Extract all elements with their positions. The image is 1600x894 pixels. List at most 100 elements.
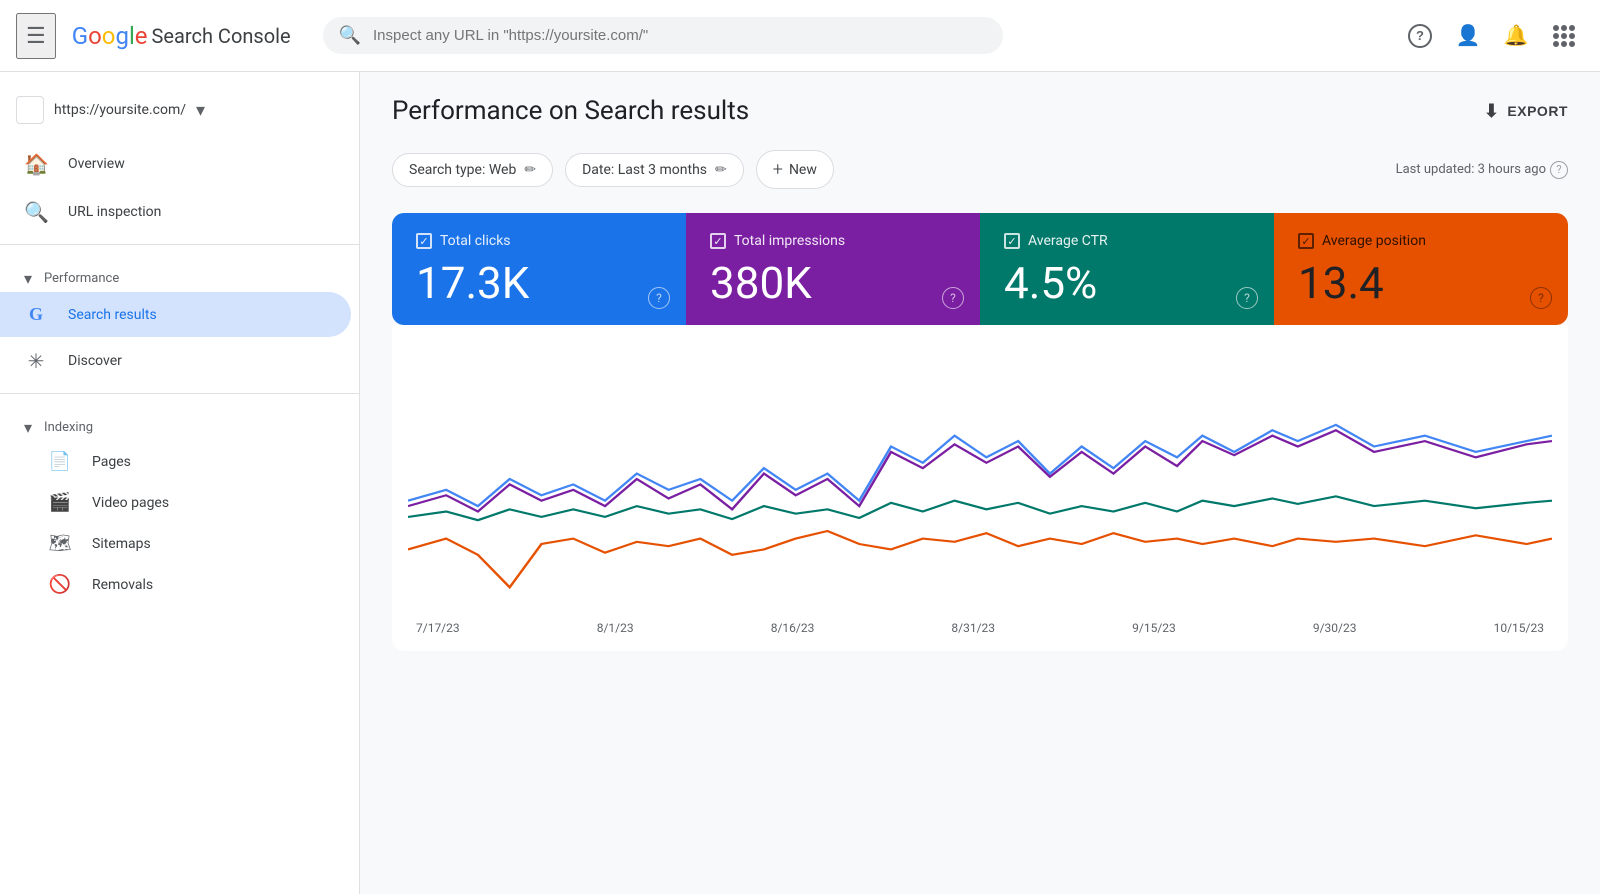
sidebar-item-removals[interactable]: 🚫 Removals (0, 564, 359, 605)
metric-value-impressions: 380K (710, 261, 956, 305)
ctr-line (408, 496, 1552, 520)
filters-row: Search type: Web ✏ Date: Last 3 months ✏… (392, 150, 1568, 189)
indexing-section-header[interactable]: ▾ Indexing (0, 402, 359, 441)
metric-value-clicks: 17.3K (416, 261, 662, 305)
sidebar-label-video-pages: Video pages (92, 495, 169, 511)
chart-x-labels: 7/17/23 8/1/23 8/16/23 8/31/23 9/15/23 9… (408, 613, 1552, 635)
video-pages-icon: 🎬 (48, 492, 72, 513)
last-updated-text: Last updated: 3 hours ago (1396, 162, 1546, 177)
notifications-button[interactable]: 🔔 (1496, 16, 1536, 56)
metric-card-ctr[interactable]: ✓ Average CTR 4.5% ? (980, 213, 1274, 325)
indexing-section-label: Indexing (44, 420, 93, 435)
search-icon: 🔍 (24, 200, 48, 224)
help-button[interactable]: ? (1400, 16, 1440, 56)
position-help-icon[interactable]: ? (1530, 287, 1552, 309)
position-line (408, 531, 1552, 587)
performance-panel: ✓ Total clicks 17.3K ? ✓ Total impressio… (392, 213, 1568, 651)
sidebar-item-search-results[interactable]: G Search results (0, 292, 351, 337)
metrics-container: ✓ Total clicks 17.3K ? ✓ Total impressio… (392, 213, 1568, 325)
page-header: Performance on Search results ⬇ EXPORT (392, 96, 1568, 126)
sidebar-label-sitemaps: Sitemaps (92, 536, 151, 552)
performance-chart (408, 349, 1552, 609)
last-updated: Last updated: 3 hours ago ? (1396, 161, 1568, 179)
pages-icon: 📄 (48, 451, 72, 472)
removals-icon: 🚫 (48, 574, 72, 595)
app-body: https://yoursite.com/ ▾ 🏠 Overview 🔍 URL… (0, 72, 1600, 894)
ctr-checkbox[interactable]: ✓ (1004, 233, 1020, 249)
sidebar-item-pages[interactable]: 📄 Pages (0, 441, 359, 482)
users-icon: 👤 (1456, 23, 1481, 48)
sidebar-label-discover: Discover (68, 353, 122, 369)
search-type-filter[interactable]: Search type: Web ✏ (392, 153, 553, 187)
x-label-1: 8/1/23 (597, 621, 634, 635)
apps-button[interactable] (1544, 16, 1584, 56)
sidebar-item-video-pages[interactable]: 🎬 Video pages (0, 482, 359, 523)
search-type-label: Search type: Web (409, 162, 516, 178)
sidebar-item-url-inspection[interactable]: 🔍 URL inspection (0, 188, 351, 236)
performance-section-label: Performance (44, 271, 119, 286)
metric-label-impressions: ✓ Total impressions (710, 233, 956, 249)
sidebar-item-sitemaps[interactable]: 🗺 Sitemaps (0, 523, 359, 564)
position-checkbox[interactable]: ✓ (1298, 233, 1314, 249)
discover-icon: ✳ (24, 349, 48, 373)
google-wordmark: Google (72, 22, 148, 50)
download-icon: ⬇ (1484, 101, 1500, 122)
bell-icon: 🔔 (1504, 23, 1529, 48)
app-header: ☰ Google Search Console 🔍 ? 👤 🔔 (0, 0, 1600, 72)
product-name: Search Console (152, 24, 291, 48)
grid-icon (1553, 25, 1575, 47)
metric-label-ctr: ✓ Average CTR (1004, 233, 1250, 249)
x-label-2: 8/16/23 (771, 621, 815, 635)
sidebar-item-discover[interactable]: ✳ Discover (0, 337, 351, 385)
home-icon: 🏠 (24, 152, 48, 176)
metric-card-clicks[interactable]: ✓ Total clicks 17.3K ? (392, 213, 686, 325)
x-label-6: 10/15/23 (1494, 621, 1544, 635)
x-label-0: 7/17/23 (416, 621, 460, 635)
metric-label-position: ✓ Average position (1298, 233, 1544, 249)
clicks-checkbox[interactable]: ✓ (416, 233, 432, 249)
search-icon: 🔍 (339, 25, 361, 46)
url-search-input[interactable] (373, 27, 987, 44)
performance-section-header[interactable]: ▾ Performance (0, 253, 359, 292)
plus-icon: + (773, 159, 783, 180)
chevron-down-icon-2: ▾ (24, 418, 32, 437)
edit-icon-2: ✏ (715, 162, 727, 178)
date-filter[interactable]: Date: Last 3 months ✏ (565, 153, 744, 187)
sidebar-label-overview: Overview (68, 156, 125, 172)
sidebar: https://yoursite.com/ ▾ 🏠 Overview 🔍 URL… (0, 72, 360, 894)
app-logo: Google Search Console (72, 22, 291, 50)
menu-button[interactable]: ☰ (16, 13, 56, 59)
edit-icon: ✏ (524, 162, 536, 178)
impressions-checkbox[interactable]: ✓ (710, 233, 726, 249)
main-content: Performance on Search results ⬇ EXPORT S… (360, 72, 1600, 894)
x-label-4: 9/15/23 (1132, 621, 1176, 635)
new-filter-button[interactable]: + New (756, 150, 834, 189)
page-title: Performance on Search results (392, 96, 749, 126)
site-favicon (16, 96, 44, 124)
sidebar-label-removals: Removals (92, 577, 153, 593)
ctr-help-icon[interactable]: ? (1236, 287, 1258, 309)
users-button[interactable]: 👤 (1448, 16, 1488, 56)
x-label-5: 9/30/23 (1313, 621, 1357, 635)
metric-card-position[interactable]: ✓ Average position 13.4 ? (1274, 213, 1568, 325)
date-label: Date: Last 3 months (582, 162, 707, 178)
new-label: New (789, 162, 817, 178)
impressions-help-icon[interactable]: ? (942, 287, 964, 309)
nav-divider-2 (0, 393, 359, 394)
clicks-help-icon[interactable]: ? (648, 287, 670, 309)
metric-label-clicks: ✓ Total clicks (416, 233, 662, 249)
url-search-bar[interactable]: 🔍 (323, 17, 1003, 54)
chart-container: 7/17/23 8/1/23 8/16/23 8/31/23 9/15/23 9… (392, 325, 1568, 651)
sidebar-label-url-inspection: URL inspection (68, 204, 161, 220)
export-label: EXPORT (1507, 103, 1568, 119)
nav-divider-1 (0, 244, 359, 245)
metric-card-impressions[interactable]: ✓ Total impressions 380K ? (686, 213, 980, 325)
dropdown-arrow-icon: ▾ (196, 100, 205, 121)
site-selector[interactable]: https://yoursite.com/ ▾ (0, 88, 359, 140)
metric-value-ctr: 4.5% (1004, 261, 1250, 305)
x-label-3: 8/31/23 (951, 621, 995, 635)
chevron-down-icon: ▾ (24, 269, 32, 288)
sidebar-label-search-results: Search results (68, 307, 157, 323)
sidebar-item-overview[interactable]: 🏠 Overview (0, 140, 351, 188)
export-button[interactable]: ⬇ EXPORT (1484, 101, 1568, 122)
